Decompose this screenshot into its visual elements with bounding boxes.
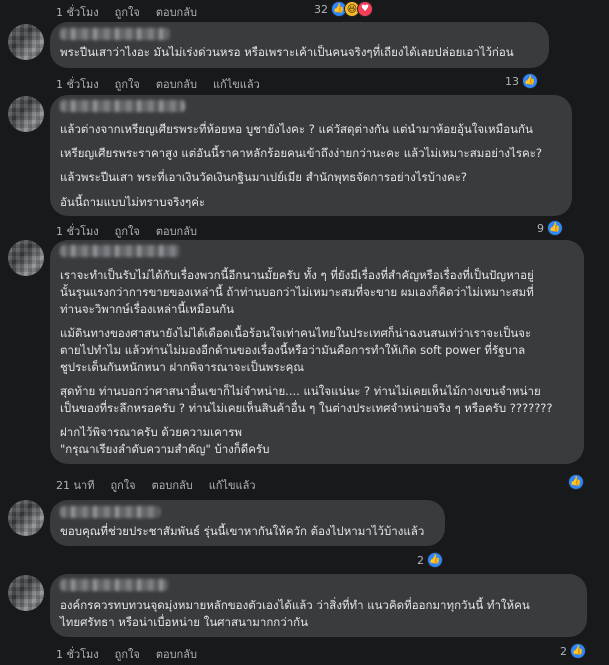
avatar[interactable] xyxy=(8,240,44,276)
comment-line: ชูประเด็นกันหนักหนา ฝากพิจารณาจะเป็นพระค… xyxy=(60,360,305,374)
edited-label[interactable]: แก้ไขแล้ว xyxy=(209,476,256,494)
comment-line: เป็นของที่ระลึกหรอครับ ? ท่านไม่เคยเห็นส… xyxy=(60,401,553,415)
like-reaction-icon: 👍 xyxy=(522,73,538,89)
comment-time: 21 นาที xyxy=(56,479,95,492)
comment-meta: 1 ชั่วโมง ถูกใจ ตอบกลับ xyxy=(56,3,197,21)
comment-line: พระปีนเสาว่าไงอะ มันไม่เร่งด่วนหรอ หรือเ… xyxy=(60,45,514,59)
love-reaction-icon: ♥ xyxy=(357,1,373,17)
reaction-summary[interactable]: 13 👍 xyxy=(505,73,538,89)
reaction-summary[interactable]: 32 👍 😆 ♥ xyxy=(314,1,373,17)
comment-time: 1 ชั่วโมง xyxy=(56,225,99,238)
commenter-name[interactable] xyxy=(60,579,168,591)
reaction-count: 9 xyxy=(537,221,544,235)
avatar[interactable] xyxy=(8,24,44,60)
comment-meta: 1 ชั่วโมง ถูกใจ ตอบกลับ xyxy=(56,645,197,663)
reaction-summary[interactable]: 2 👍 xyxy=(417,552,443,568)
edited-label[interactable]: แก้ไขแล้ว xyxy=(213,75,260,93)
comment-line: แล้วต่างจากเหรียญเศียรพระที่ห้อยหอ บูชาย… xyxy=(60,122,533,136)
like-link[interactable]: ถูกใจ xyxy=(115,645,140,663)
comment-meta: 21 นาที ถูกใจ ตอบกลับ แก้ไขแล้ว xyxy=(56,476,256,494)
reaction-summary[interactable]: 9 👍 xyxy=(537,220,563,236)
comment-line: ฝากไว้พิจารณาครับ ด้วยความเคารพ xyxy=(60,425,242,439)
reply-link[interactable]: ตอบกลับ xyxy=(152,476,193,494)
avatar[interactable] xyxy=(8,575,44,611)
comment-line: ขอบคุณที่ช่วยประชาสัมพันธ์ รุ่นนี้เขาหาก… xyxy=(60,524,425,538)
comment-line: ไทยศรัทธา หรือน่าเบื่อหน่าย ในศาสนามากกว… xyxy=(60,615,308,629)
like-link[interactable]: ถูกใจ xyxy=(115,222,140,240)
reaction-count: 13 xyxy=(505,74,519,88)
comment-line: นั้นรุนแรงกว่าการขายของเหล่านี้ ถ้าท่านบ… xyxy=(60,285,534,299)
like-reaction-icon: 👍 xyxy=(570,643,586,659)
reply-link[interactable]: ตอบกลับ xyxy=(156,75,197,93)
comment-meta: 1 ชั่วโมง ถูกใจ ตอบกลับ xyxy=(56,222,197,240)
like-link[interactable]: ถูกใจ xyxy=(115,3,140,21)
reaction-summary[interactable]: 2 👍 xyxy=(560,643,586,659)
comment-line: "กรุณาเรียงลำดับความสำคัญ" บ้างก็ดีครับ xyxy=(60,442,270,456)
comment-line: เราจะทำเป็นรับไม่ได้กับเรื่องพวกนี้อีกนา… xyxy=(60,268,534,282)
comment-line: สุดท้าย ท่านบอกว่าศาสนาอื่นเขาก็ไม่จำหน่… xyxy=(60,384,541,398)
commenter-name[interactable] xyxy=(60,100,185,112)
reaction-count: 32 xyxy=(314,2,328,16)
like-reaction-icon: 👍 xyxy=(547,220,563,236)
comment-time: 1 ชั่วโมง xyxy=(56,78,99,91)
commenter-name[interactable] xyxy=(60,506,160,518)
reply-link[interactable]: ตอบกลับ xyxy=(156,645,197,663)
commenter-name[interactable] xyxy=(60,28,170,40)
reply-link[interactable]: ตอบกลับ xyxy=(156,222,197,240)
reaction-summary[interactable]: 👍 xyxy=(568,474,584,490)
like-reaction-icon: 👍 xyxy=(568,474,584,490)
comment-time: 1 ชั่วโมง xyxy=(56,648,99,661)
like-reaction-icon: 👍 xyxy=(427,552,443,568)
avatar[interactable] xyxy=(8,96,44,132)
comment-line: แม้ดินทางของศาสนายังไม่ได้เดือดเนื้อร้อน… xyxy=(60,326,532,340)
reaction-count: 2 xyxy=(417,553,424,567)
commenter-name[interactable] xyxy=(60,245,180,257)
comment-line: เหรียญเศียรพระราคาสูง แต่อันนี้ราคาหลักร… xyxy=(60,146,542,160)
reply-link[interactable]: ตอบกลับ xyxy=(156,3,197,21)
comment-meta: 1 ชั่วโมง ถูกใจ ตอบกลับ แก้ไขแล้ว xyxy=(56,75,260,93)
reaction-count: 2 xyxy=(560,644,567,658)
comment-line: อันนี้ถามแบบไม่ทราบจริงๆค่ะ xyxy=(60,195,206,209)
comment-line: องค์กรควรทบทวนจุดมุ่งหมายหลักของตัวเองได… xyxy=(60,598,530,612)
like-link[interactable]: ถูกใจ xyxy=(110,476,135,494)
avatar[interactable] xyxy=(8,500,44,536)
like-link[interactable]: ถูกใจ xyxy=(115,75,140,93)
comment-line: แล้วพระปีนเสา พระที่เอาเงินวัดเงินกฐินมา… xyxy=(60,170,468,184)
comment-time: 1 ชั่วโมง xyxy=(56,6,99,19)
comment-line: ตายไปทำไม แล้วท่านไม่มองอีกด้านของเรื่อง… xyxy=(60,343,526,357)
comment-line: ท่านจะวิพากษ์เรื่องเหล่านี้เหมือนกัน xyxy=(60,302,235,316)
